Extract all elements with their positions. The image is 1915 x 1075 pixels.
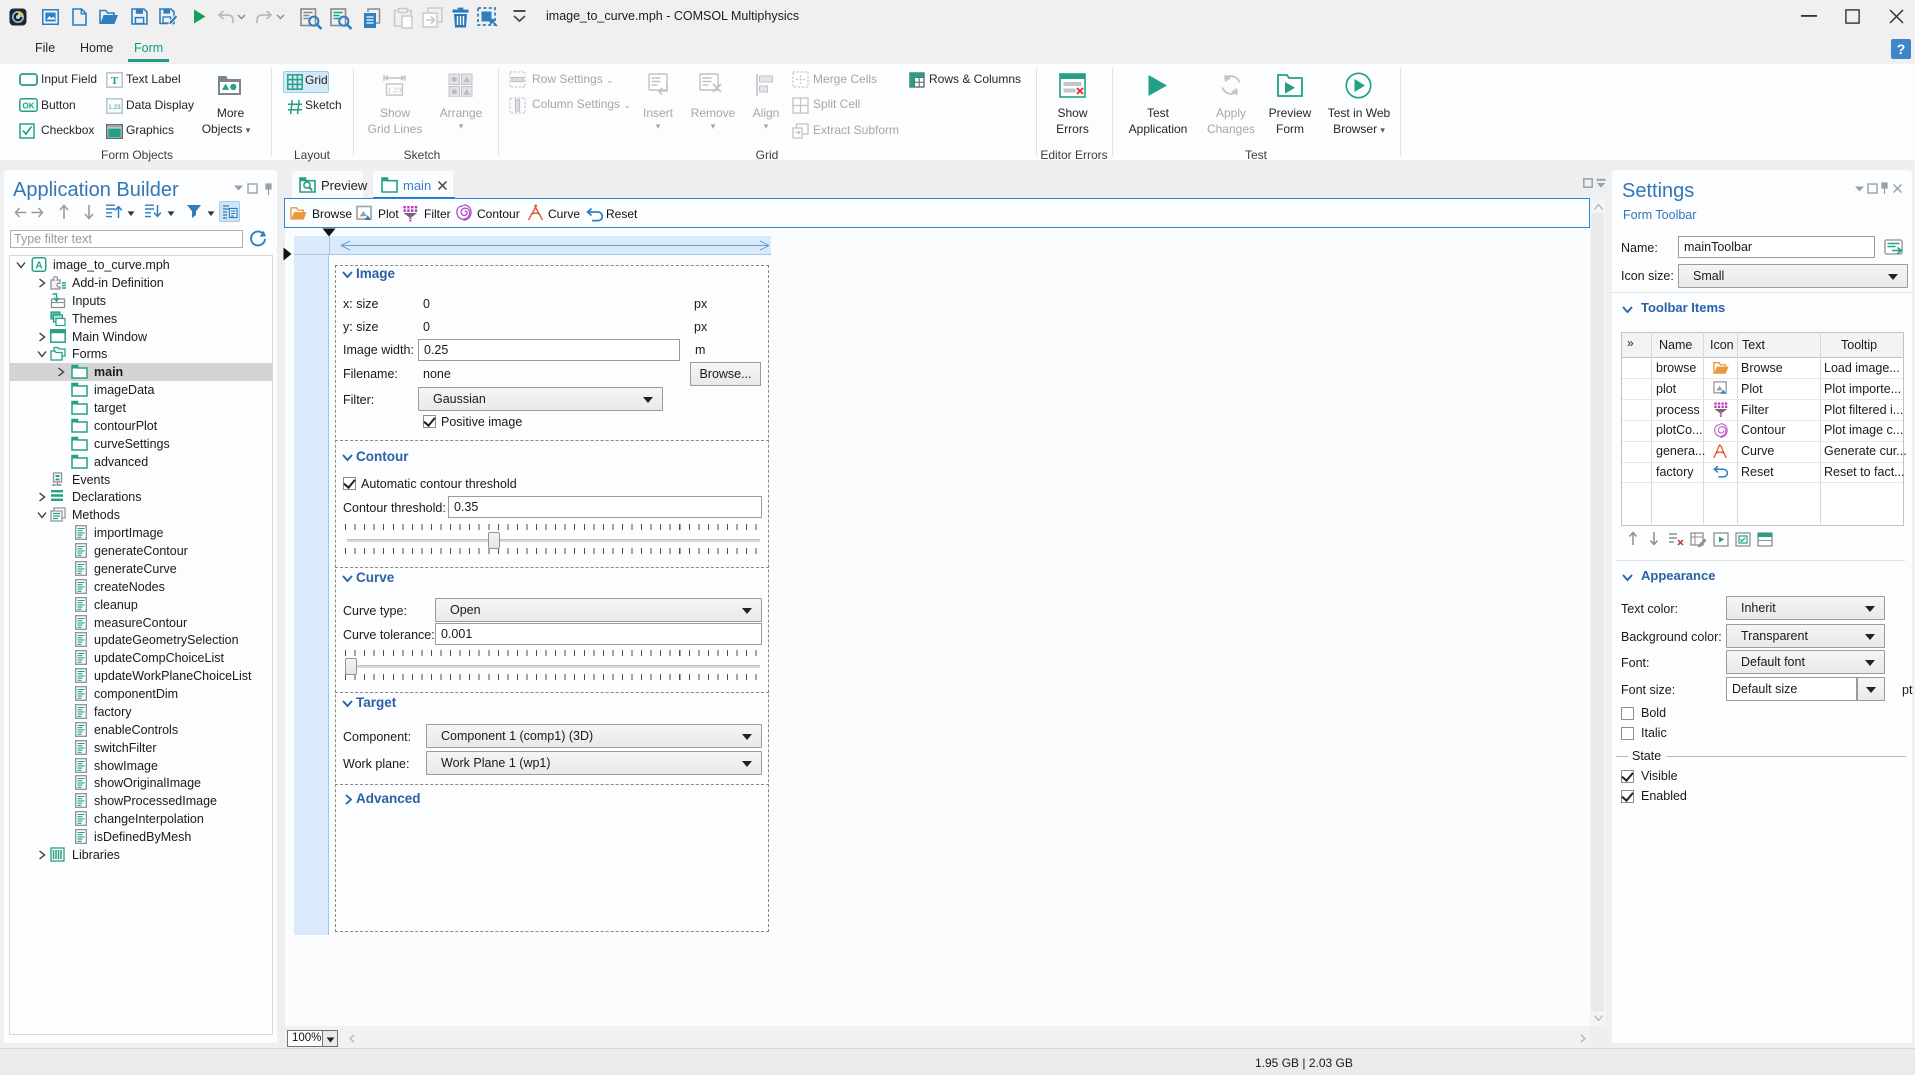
- svg-text:1.23: 1.23: [108, 104, 121, 111]
- svg-text:T: T: [111, 75, 119, 87]
- svg-text:A: A: [35, 260, 42, 271]
- svg-text:1.23: 1.23: [387, 86, 402, 95]
- svg-text:OK: OK: [23, 101, 35, 110]
